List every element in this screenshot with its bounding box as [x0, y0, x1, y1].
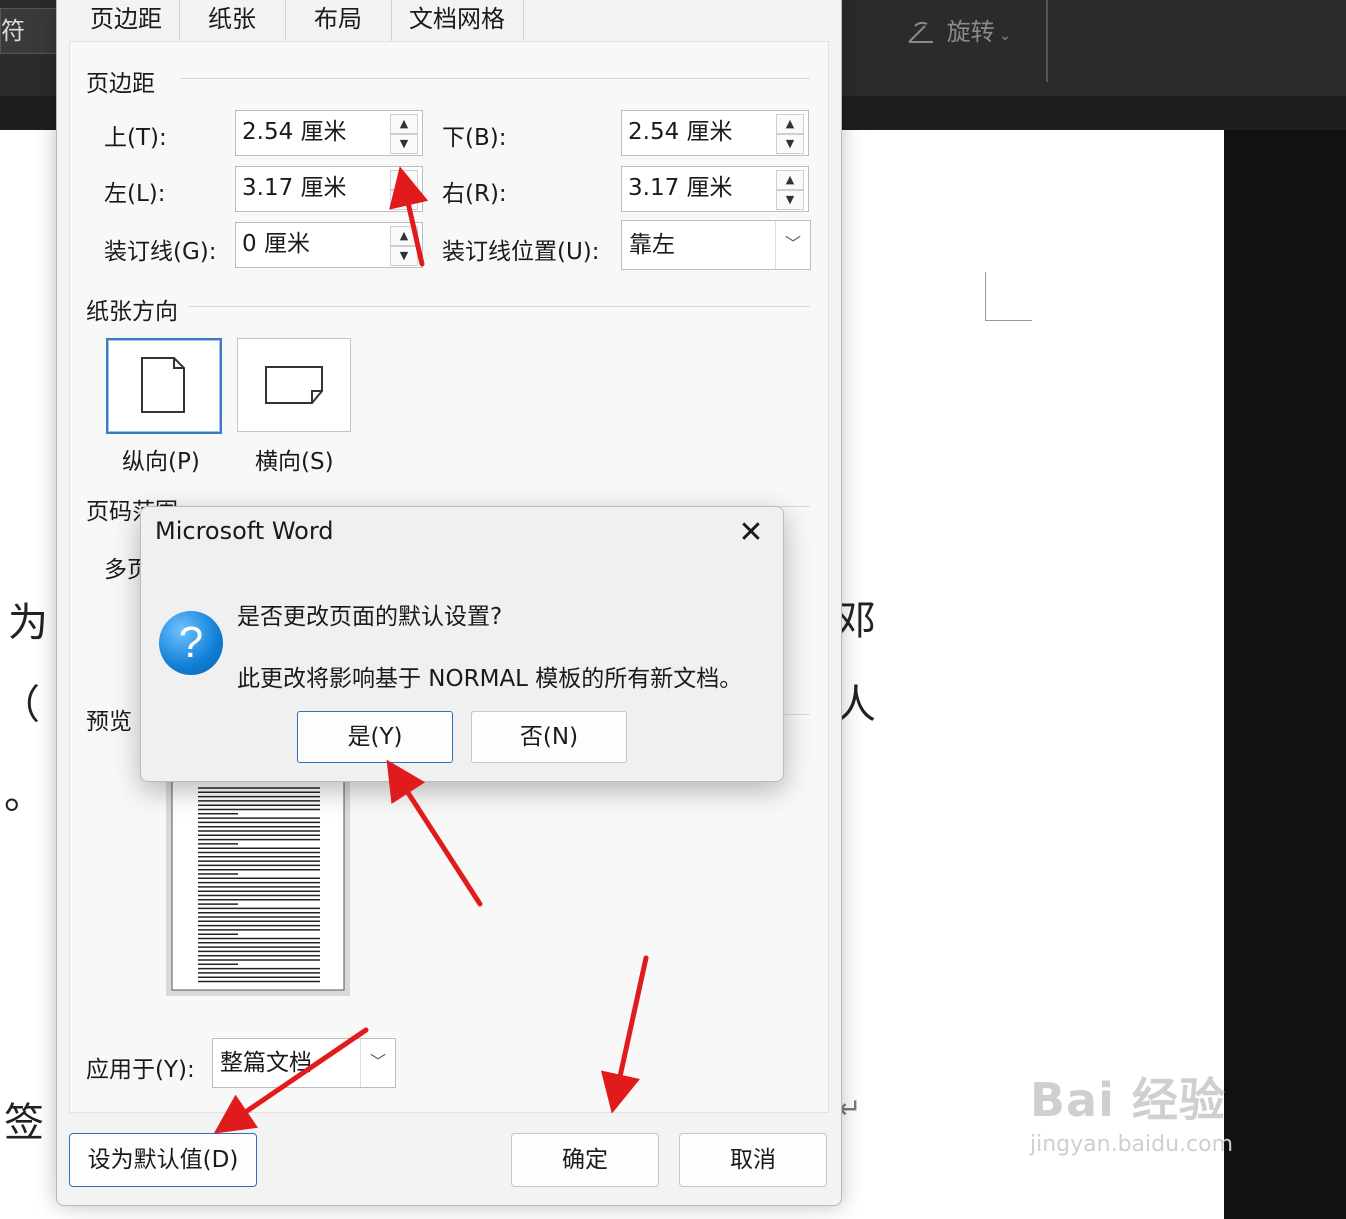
spin-up-icon[interactable]: ▲ [776, 114, 804, 134]
bottom-margin-label: 下(B): [442, 125, 507, 151]
rotate-label: 旋转 [946, 18, 995, 46]
landscape-label: 横向(S) [255, 449, 334, 475]
tab-bar: 页边距 纸张 布局 文档网格 [57, 0, 841, 41]
preview-frame [166, 778, 350, 996]
landscape-page-icon [265, 366, 323, 404]
no-button[interactable]: 否(N) [471, 711, 627, 763]
spin-down-icon[interactable]: ▼ [390, 190, 418, 210]
top-margin-spinner[interactable]: 2.54 厘米 ▲ ▼ [235, 110, 423, 156]
question-icon: ? [159, 611, 223, 675]
preview-page [171, 778, 345, 991]
spin-down-icon[interactable]: ▼ [390, 246, 418, 266]
rotate-button[interactable]: 旋转 ⌄ [905, 12, 1025, 52]
confirm-dialog: Microsoft Word ✕ ? 是否更改页面的默认设置? 此更改将影响基于… [140, 506, 784, 782]
left-margin-value: 3.17 厘米 [242, 175, 347, 201]
document-right-margin [1224, 130, 1346, 1219]
tab-label: 文档网格 [409, 5, 505, 33]
spin-down-icon[interactable]: ▼ [390, 134, 418, 154]
orientation-group-title: 纸张方向 [86, 299, 178, 325]
chevron-down-icon: ⌄ [994, 28, 1011, 44]
cancel-button[interactable]: 取消 [679, 1133, 827, 1187]
watermark: Bai 经验 jingyan.baidu.com [1030, 1070, 1290, 1200]
document-text-char: 。 [4, 772, 44, 818]
toolbar-left-tab-label: 符 [1, 17, 25, 45]
tab-document-grid[interactable]: 文档网格 [391, 0, 524, 41]
portrait-page-icon [141, 357, 185, 413]
page-corner-mark [985, 272, 1032, 321]
top-margin-label: 上(T): [104, 125, 167, 151]
portrait-option[interactable] [106, 338, 222, 434]
cancel-button-label: 取消 [730, 1147, 776, 1173]
margins-group-title: 页边距 [86, 71, 155, 97]
gutter-label: 装订线(G): [104, 239, 217, 265]
gutter-position-label: 装订线位置(U): [442, 239, 600, 265]
tab-paper[interactable]: 纸张 [179, 0, 286, 41]
ok-button[interactable]: 确定 [511, 1133, 659, 1187]
chevron-down-icon[interactable]: ﹀ [360, 1039, 395, 1087]
tab-label: 页边距 [90, 5, 162, 33]
set-default-button[interactable]: 设为默认值(D) [69, 1133, 257, 1187]
rotate-icon [908, 21, 933, 43]
bottom-margin-spinner[interactable]: 2.54 厘米 ▲ ▼ [621, 110, 809, 156]
tab-label: 纸张 [208, 5, 256, 33]
tab-margins[interactable]: 页边距 [73, 0, 180, 41]
left-margin-spinner[interactable]: 3.17 厘米 ▲ ▼ [235, 166, 423, 212]
ok-button-label: 确定 [562, 1147, 608, 1173]
confirm-question: 是否更改页面的默认设置? [237, 604, 503, 630]
set-default-button-label: 设为默认值(D) [87, 1147, 239, 1173]
gutter-value: 0 厘米 [242, 231, 310, 257]
watermark-logo: Bai 经验 [1030, 1073, 1226, 1127]
toolbar-left-tab[interactable]: 符 [0, 8, 57, 54]
spin-up-icon[interactable]: ▲ [390, 114, 418, 134]
document-text-char: 为 [8, 600, 48, 646]
yes-button[interactable]: 是(Y) [297, 711, 453, 763]
right-margin-label: 右(R): [442, 181, 507, 207]
apply-to-value: 整篇文档 [220, 1050, 312, 1076]
group-divider [180, 78, 810, 79]
spin-up-icon[interactable]: ▲ [390, 170, 418, 190]
document-text-char: 人 [836, 682, 876, 728]
gutter-position-value: 靠左 [629, 232, 675, 258]
portrait-label: 纵向(P) [122, 449, 200, 475]
confirm-detail: 此更改将影响基于 NORMAL 模板的所有新文档。 [237, 666, 743, 692]
spin-up-icon[interactable]: ▲ [776, 170, 804, 190]
no-button-label: 否(N) [519, 724, 579, 750]
apply-to-select[interactable]: 整篇文档 ﹀ [212, 1038, 396, 1088]
spin-down-icon[interactable]: ▼ [776, 134, 804, 154]
close-icon[interactable]: ✕ [733, 513, 769, 553]
toolbar-divider [1046, 0, 1048, 82]
apply-to-label: 应用于(Y): [86, 1057, 195, 1083]
document-text-char: （ [0, 682, 40, 728]
gutter-position-select[interactable]: 靠左 ﹀ [621, 220, 811, 270]
landscape-option[interactable] [237, 338, 351, 432]
gutter-spinner[interactable]: 0 厘米 ▲ ▼ [235, 222, 423, 268]
left-margin-label: 左(L): [104, 181, 166, 207]
confirm-dialog-title: Microsoft Word [155, 517, 334, 545]
top-margin-value: 2.54 厘米 [242, 119, 347, 145]
spin-down-icon[interactable]: ▼ [776, 190, 804, 210]
yes-button-label: 是(Y) [347, 724, 403, 750]
document-text-char: 邓 [836, 598, 876, 644]
group-divider [188, 306, 810, 307]
spin-up-icon[interactable]: ▲ [390, 226, 418, 246]
document-text-char: 签 [4, 1100, 44, 1146]
chevron-down-icon[interactable]: ﹀ [775, 221, 810, 269]
bottom-margin-value: 2.54 厘米 [628, 119, 733, 145]
watermark-url: jingyan.baidu.com [1030, 1132, 1234, 1157]
tab-layout[interactable]: 布局 [285, 0, 392, 41]
tab-label: 布局 [314, 5, 362, 33]
right-margin-value: 3.17 厘米 [628, 175, 733, 201]
preview-group-title: 预览 [86, 709, 132, 735]
right-margin-spinner[interactable]: 3.17 厘米 ▲ ▼ [621, 166, 809, 212]
